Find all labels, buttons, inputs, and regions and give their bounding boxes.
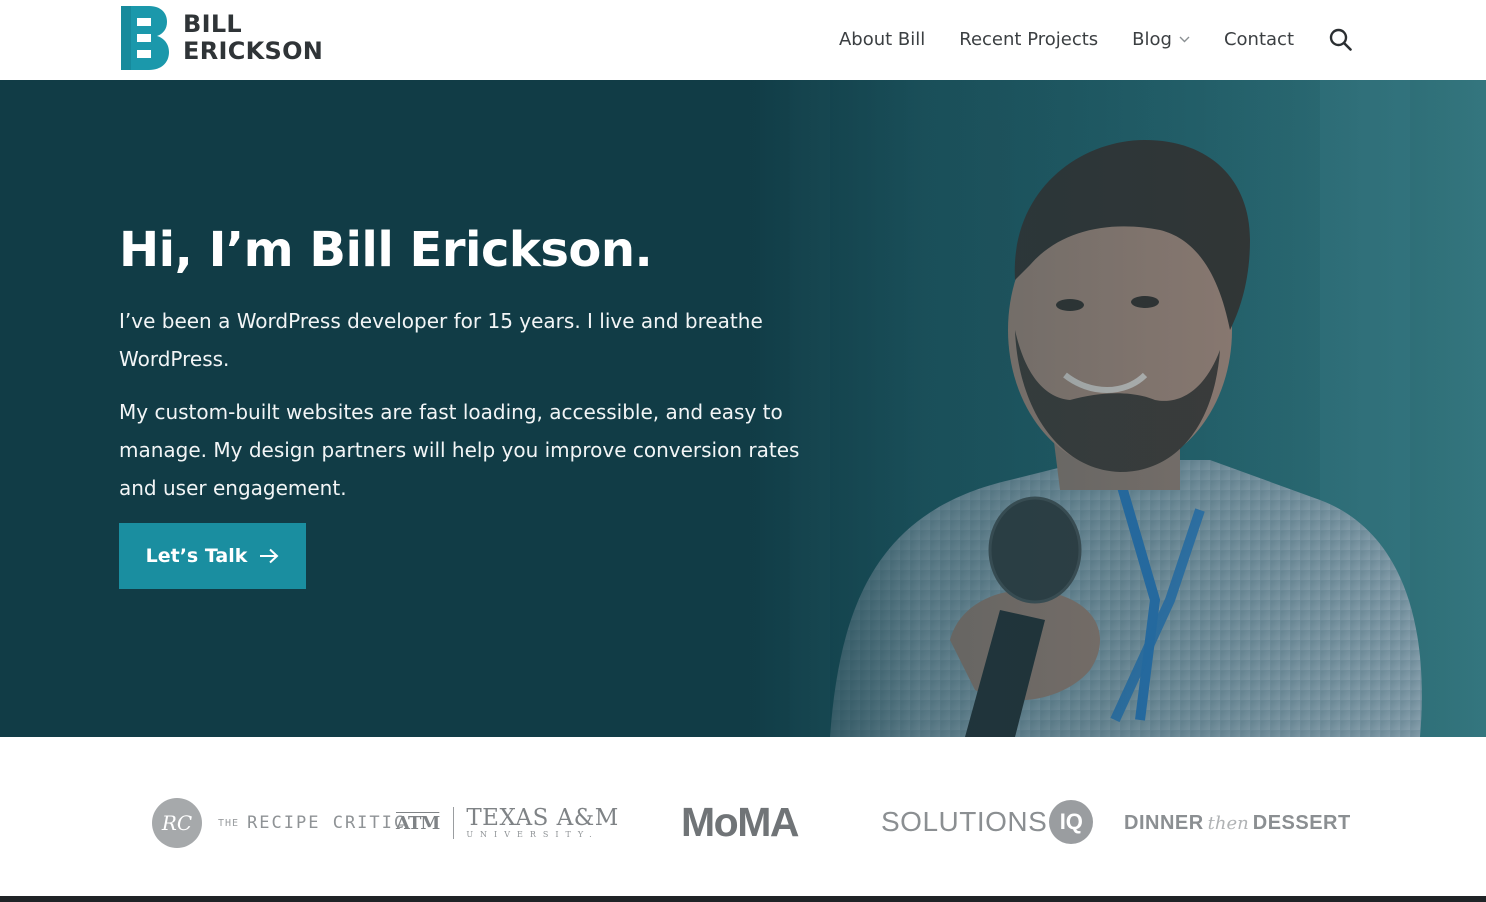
moma-name: MoMA xyxy=(681,798,799,845)
search-button[interactable] xyxy=(1328,27,1352,51)
site-logo[interactable]: BILL ERICKSON xyxy=(119,5,323,71)
nav-blog[interactable]: Blog xyxy=(1132,29,1190,50)
texas-am-mark: ATM xyxy=(396,812,440,834)
dessert-word: DESSERT xyxy=(1252,811,1351,834)
nav-contact[interactable]: Contact xyxy=(1224,29,1294,50)
hero-intro-paragraph: I’ve been a WordPress developer for 15 y… xyxy=(119,309,763,371)
texas-am-name: TEXAS A&M xyxy=(466,805,619,831)
client-logo-moma: MoMA xyxy=(681,798,799,845)
solutions-iq-badge: IQ xyxy=(1049,800,1094,844)
solutions-name: SOLUTIONS xyxy=(881,806,1048,837)
recipe-critic-monogram-text: RC xyxy=(161,811,193,835)
logo-line-1: BILL xyxy=(183,10,243,38)
recipe-critic-name: RECIPE CRITIC xyxy=(247,813,407,833)
hero-text: Hi, I’m Bill Erickson. I’ve been a WordP… xyxy=(119,220,819,507)
client-logo-recipe-critic: RC THE RECIPE CRITIC xyxy=(152,797,406,849)
window-bottom-edge xyxy=(0,896,1486,902)
nav-recent-projects-label: Recent Projects xyxy=(959,28,1099,50)
logo-wordmark: BILL ERICKSON xyxy=(183,11,323,65)
nav-recent-projects[interactable]: Recent Projects xyxy=(959,29,1098,50)
client-logos: RC THE RECIPE CRITIC ATM TEXAS A&M UNIVE… xyxy=(0,737,1486,896)
recipe-critic-prefix: THE xyxy=(218,817,240,829)
texas-am-divider xyxy=(453,807,455,839)
lets-talk-label: Let’s Talk xyxy=(145,545,248,567)
logo-b-mark xyxy=(121,6,169,70)
recipe-critic-monogram: RC xyxy=(152,798,202,848)
hero-section: Hi, I’m Bill Erickson. I’ve been a WordP… xyxy=(0,80,1486,737)
primary-nav: About Bill Recent Projects Blog Contact xyxy=(839,22,1352,56)
nav-blog-label: Blog xyxy=(1132,28,1172,50)
hero-title: Hi, I’m Bill Erickson. xyxy=(119,222,653,278)
nav-contact-label: Contact xyxy=(1223,28,1294,50)
texas-am-sub: UNIVERSITY. xyxy=(466,830,599,839)
texas-am-wordmark: TEXAS A&M UNIVERSITY. xyxy=(466,806,619,840)
client-logo-texas-am: ATM TEXAS A&M UNIVERSITY. xyxy=(396,801,619,845)
solutions-iq-badge-text: IQ xyxy=(1059,809,1083,834)
client-logo-solutions-iq: SOLUTIONS IQ xyxy=(881,799,1094,845)
nav-about-bill[interactable]: About Bill xyxy=(839,29,925,50)
client-logo-dinner-then-dessert: DINNER then DESSERT xyxy=(1124,805,1351,841)
chevron-down-icon xyxy=(1179,36,1190,42)
arrow-right-icon xyxy=(260,548,279,564)
search-icon xyxy=(1329,28,1352,51)
nav-about-bill-label: About Bill xyxy=(838,28,926,50)
hero-pitch-paragraph: My custom-built websites are fast loadin… xyxy=(119,400,800,500)
dinner-word: DINNER xyxy=(1124,811,1204,834)
site-header: BILL ERICKSON About Bill Recent Projects… xyxy=(0,0,1486,80)
logo-line-2: ERICKSON xyxy=(183,37,324,65)
lets-talk-button[interactable]: Let’s Talk xyxy=(119,523,306,589)
then-script: then xyxy=(1207,812,1249,834)
